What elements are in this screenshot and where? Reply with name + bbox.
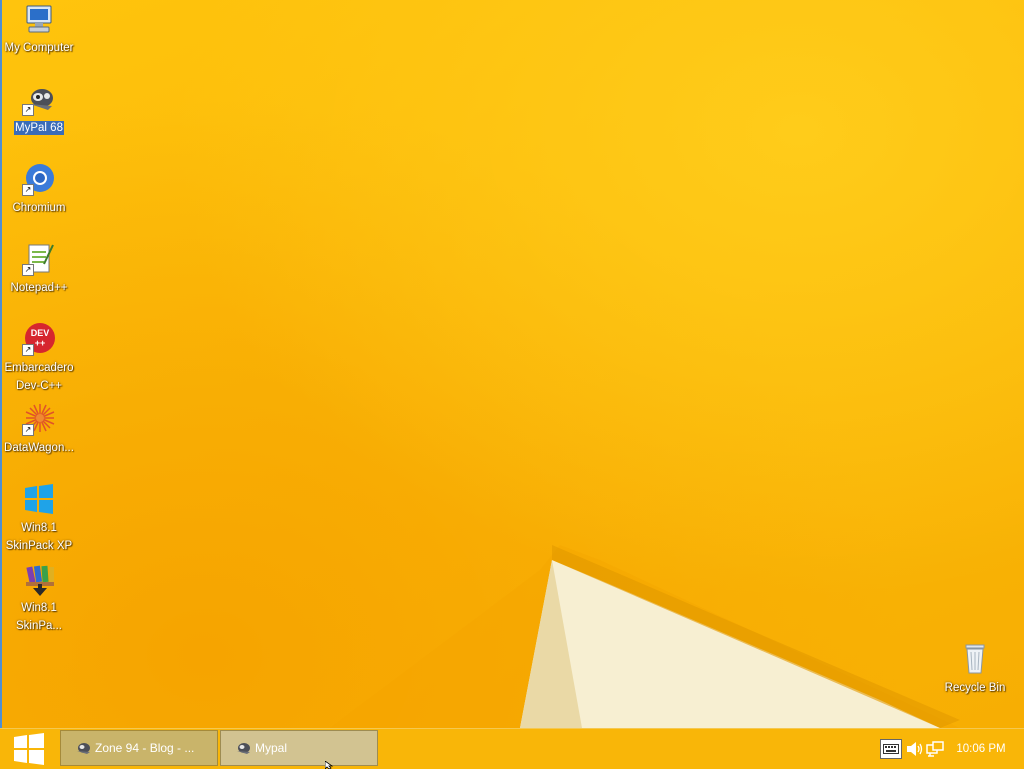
desktop-icon-chromium[interactable]: ↗ Chromium [0,162,78,216]
devcpp-icon: DEV ++ ↗ [22,322,56,356]
taskbar: Zone 94 - Blog - ... Mypal 10:06 PM [0,728,1024,769]
windows-logo-icon [14,733,44,765]
desktop-icon-label-line2: SkinPa... [15,620,63,632]
volume-icon[interactable] [906,741,924,757]
desktop-icon-devcpp[interactable]: DEV ++ ↗ Embarcadero Dev-C++ [0,322,78,394]
shortcut-arrow-icon: ↗ [22,264,34,276]
taskbar-button-label: Zone 94 - Blog - ... [95,741,195,755]
desktop-icon-label: Chromium [12,202,66,214]
chromium-icon: ↗ [22,162,56,196]
recycle-bin-icon [958,642,992,676]
taskbar-clock[interactable]: 10:06 PM [948,729,1014,769]
computer-icon [22,2,56,36]
svg-text:++: ++ [35,338,46,348]
desktop-icon-label-line1: Embarcadero [4,362,74,374]
desktop-icon-my-computer[interactable]: My Computer [0,2,78,56]
shortcut-arrow-icon: ↗ [22,184,34,196]
desktop-icon-label: MyPal 68 [14,121,64,135]
datawagon-icon: ↗ [22,402,56,436]
mypal-icon: ↗ [22,82,56,116]
taskbar-button-label: Mypal [255,741,288,755]
desktop-icon-recycle-bin[interactable]: Recycle Bin [936,642,1014,696]
system-tray [880,729,944,769]
desktop-icon-label: Notepad++ [10,282,68,294]
desktop-icon-mypal[interactable]: ↗ MyPal 68 [0,82,78,136]
shortcut-arrow-icon: ↗ [22,344,34,356]
windows-logo-icon [22,482,56,516]
desktop-icon-label: Recycle Bin [944,682,1006,694]
desktop[interactable]: My Computer ↗ MyPal 68 ↗ Chromium ↗ Note… [0,0,1024,728]
svg-text:DEV: DEV [31,328,50,338]
desktop-icon-label-line2: Dev-C++ [15,380,63,392]
desktop-icon-label-line2: SkinPack XP [5,540,73,552]
wallpaper-shape [330,545,960,728]
mypal-icon [77,743,90,754]
shortcut-arrow-icon: ↗ [22,424,34,436]
desktop-icon-skinpack-xp[interactable]: Win8.1 SkinPack XP [0,482,78,554]
desktop-icon-label: My Computer [4,42,74,54]
start-button[interactable] [0,729,58,769]
desktop-icon-label-line1: Win8.1 [21,522,57,534]
network-icon[interactable] [926,741,944,757]
desktop-icon-datawagon[interactable]: ↗ DataWagon... [0,402,78,456]
keyboard-icon[interactable] [880,739,902,759]
desktop-icon-skinpack[interactable]: Win8.1 SkinPa... [0,562,78,634]
desktop-icon-label: DataWagon... [4,442,74,454]
taskbar-button-mypal[interactable]: Mypal [220,730,378,766]
shortcut-arrow-icon: ↗ [22,104,34,116]
taskbar-button-zone94[interactable]: Zone 94 - Blog - ... [60,730,218,766]
mypal-icon [237,743,250,754]
winrar-icon [22,562,56,596]
notepadpp-icon: ↗ [22,242,56,276]
desktop-icon-label-line1: Win8.1 [21,602,57,614]
desktop-icon-notepadpp[interactable]: ↗ Notepad++ [0,242,78,296]
